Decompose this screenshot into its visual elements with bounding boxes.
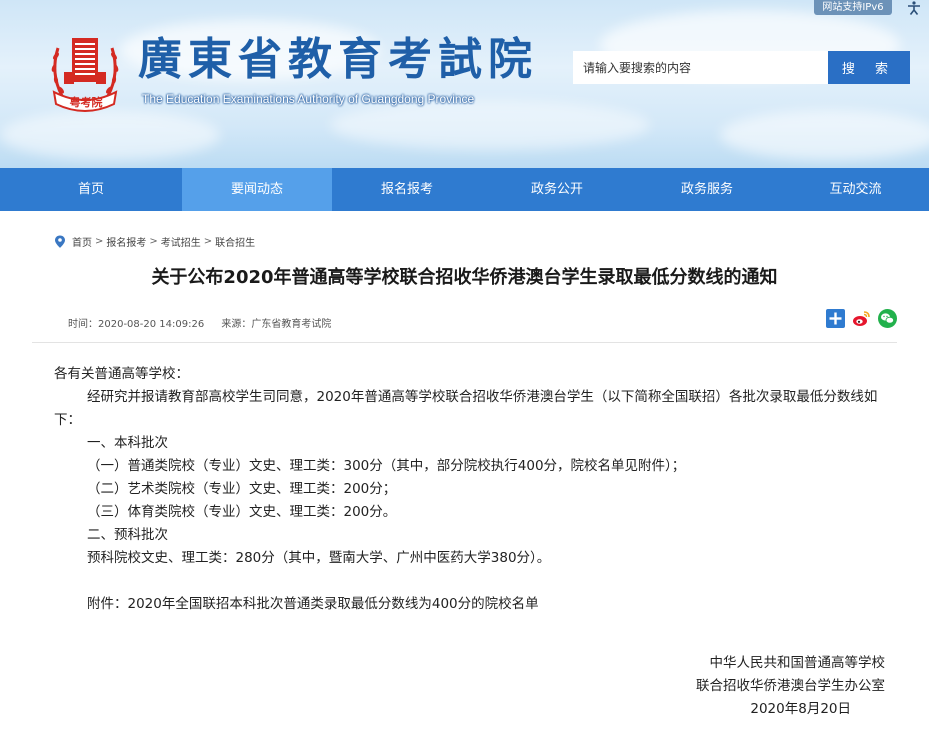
share-plus-icon[interactable] — [826, 309, 845, 328]
nav-item-interaction[interactable]: 互动交流 — [782, 168, 929, 211]
signature-block: 中华人民共和国普通高等学校 联合招收华侨港澳台学生办公室 2020年8月20日 — [696, 652, 885, 721]
weibo-icon[interactable] — [852, 309, 871, 328]
article-source: 来源：广东省教育考试院 — [221, 319, 332, 330]
salutation: 各有关普通高等学校： — [54, 366, 189, 382]
nav-item-registration[interactable]: 报名报考 — [332, 168, 482, 211]
cloud-decoration — [0, 110, 220, 160]
breadcrumb-separator: > — [95, 236, 104, 247]
section-heading: 二、预科批次 — [87, 527, 168, 543]
location-pin-icon — [55, 235, 65, 248]
site-subtitle: The Education Examinations Authority of … — [142, 92, 475, 106]
search-button[interactable]: 搜 索 — [828, 51, 910, 84]
section-heading: 一、本科批次 — [87, 435, 168, 451]
breadcrumb-separator: > — [149, 236, 158, 247]
nav-item-government-services[interactable]: 政务服务 — [632, 168, 782, 211]
search-input[interactable] — [573, 51, 828, 84]
site-title[interactable]: 廣東省教育考試院 — [138, 32, 538, 88]
article-meta: 时间：2020-08-20 14:09:26 来源：广东省教育考试院 — [68, 315, 345, 330]
article-body: 各有关普通高等学校： 经研究并报请教育部高校学生司同意，2020年普通高等学校联… — [54, 363, 894, 616]
signature-line: 中华人民共和国普通高等学校 — [709, 655, 886, 671]
breadcrumb: 首页 > 报名报考 > 考试招生 > 联合招生 — [54, 234, 255, 249]
section-item: （二）艺术类院校（专业）文史、理工类：200分； — [87, 481, 397, 497]
publish-time: 时间：2020-08-20 14:09:26 — [68, 319, 205, 330]
section-item: （一）普通类院校（专业）文史、理工类：300分（其中，部分院校执行400分，院校… — [87, 458, 686, 474]
divider — [32, 342, 897, 343]
nav-item-home[interactable]: 首页 — [0, 168, 182, 211]
ipv6-badge: 网站支持IPv6 — [814, 0, 892, 15]
attachment-link[interactable]: 附件：2020年全国联招本科批次普通类录取最低分数线为400分的院校名单 — [54, 593, 894, 616]
article-panel: 首页 > 报名报考 > 考试招生 > 联合招生 关于公布2020年普通高等学校联… — [32, 211, 897, 737]
nav-item-government-affairs[interactable]: 政务公开 — [482, 168, 632, 211]
main-nav: 首页 要闻动态 报名报考 政务公开 政务服务 互动交流 — [0, 168, 929, 211]
share-bar — [826, 309, 897, 328]
nav-item-news[interactable]: 要闻动态 — [182, 168, 332, 211]
cloud-decoration — [720, 110, 929, 160]
breadcrumb-separator: > — [203, 236, 213, 247]
accessibility-icon[interactable] — [906, 1, 922, 15]
breadcrumb-item[interactable]: 联合招生 — [215, 234, 255, 249]
section-item: （三）体育类院校（专业）文史、理工类：200分。 — [87, 504, 397, 520]
signature-date: 2020年8月20日 — [750, 701, 851, 717]
intro-paragraph: 经研究并报请教育部高校学生司同意，2020年普通高等学校联合招收华侨港澳台学生（… — [54, 389, 878, 428]
breadcrumb-item[interactable]: 首页 — [72, 234, 92, 249]
cloud-decoration — [330, 100, 650, 150]
wechat-icon[interactable] — [878, 309, 897, 328]
signature-line: 联合招收华侨港澳台学生办公室 — [696, 678, 885, 694]
section-item: 预科院校文史、理工类：280分（其中，暨南大学、广州中医药大学380分）。 — [87, 550, 551, 566]
logo-text: 粤考院 — [69, 96, 103, 109]
breadcrumb-item[interactable]: 考试招生 — [161, 234, 201, 249]
site-header: 网站支持IPv6 粤考院 廣東省教育考試院 The Education Exam… — [0, 0, 929, 168]
breadcrumb-item[interactable]: 报名报考 — [106, 234, 146, 249]
article-title: 关于公布2020年普通高等学校联合招收华侨港澳台学生录取最低分数线的通知 — [151, 267, 778, 288]
